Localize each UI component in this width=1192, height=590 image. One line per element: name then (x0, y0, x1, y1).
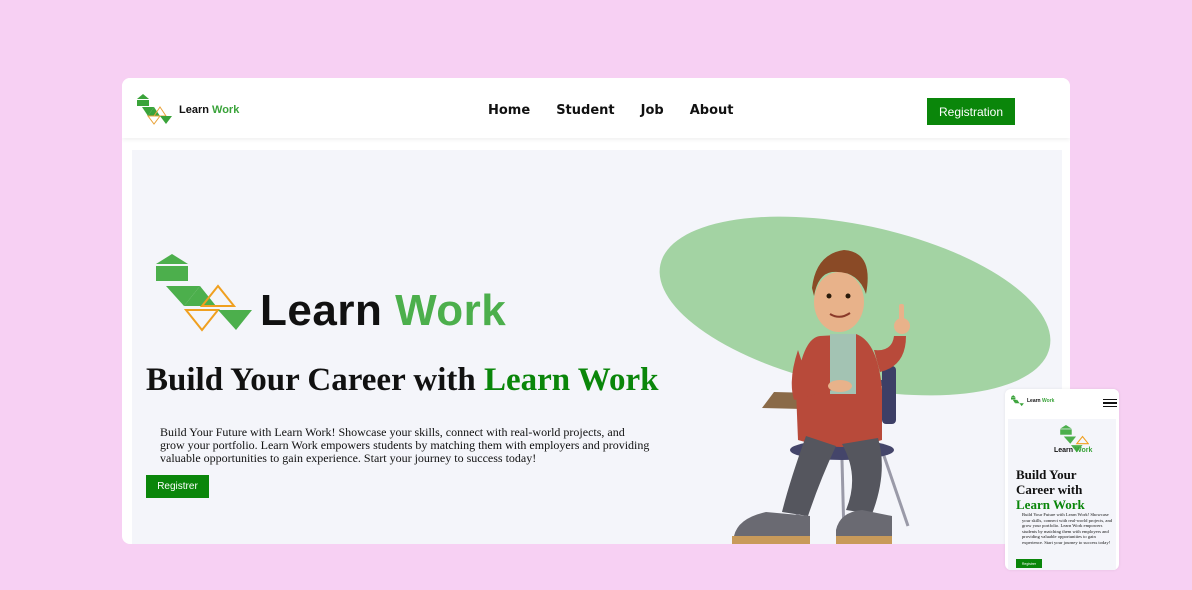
register-cta-button[interactable]: Registrer (146, 475, 209, 498)
menu-student[interactable]: Student (556, 103, 614, 118)
mobile-nav-logo[interactable]: Learn Work (1011, 395, 1054, 407)
hero-headline: Build Your Career with Learn Work (146, 362, 659, 398)
desktop-mockup: Learn Work Home Student Job About Regist… (122, 78, 1070, 544)
mobile-hero: Learn Work Build Your Career with Learn … (1008, 419, 1116, 570)
navbar: Learn Work Home Student Job About Regist… (122, 78, 1070, 138)
student-character-illustration (732, 250, 910, 544)
logo-icon (1011, 395, 1024, 407)
mobile-navbar: Learn Work (1005, 389, 1119, 415)
mobile-register-button[interactable]: Registrer (1016, 559, 1042, 568)
mobile-hero-description: Build Your Future with Learn Work! Showc… (1022, 512, 1113, 545)
logo-icon (156, 254, 252, 332)
hero-logo-text: Learn Work (260, 286, 507, 335)
hero-description: Build Your Future with Learn Work! Showc… (160, 425, 650, 465)
menu-job[interactable]: Job (641, 103, 664, 118)
main-menu: Home Student Job About (488, 103, 759, 118)
registration-button[interactable]: Registration (927, 98, 1015, 125)
hero-section: Learn Work Build Your Career with Learn … (132, 150, 1062, 544)
mobile-mockup: Learn Work Learn Work Build Your Career … (1005, 389, 1119, 570)
menu-about[interactable]: About (690, 103, 734, 118)
nav-logo-text: Learn Work (179, 104, 240, 116)
hamburger-menu-icon[interactable] (1103, 399, 1117, 409)
mobile-hero-logo-text: Learn Work (1054, 447, 1093, 454)
hero-logo: Learn Work (156, 254, 507, 335)
menu-home[interactable]: Home (488, 103, 530, 118)
mobile-hero-headline: Build Your Career with Learn Work (1016, 467, 1085, 512)
mobile-nav-logo-text: Learn Work (1027, 398, 1055, 404)
nav-logo[interactable]: Learn Work (137, 94, 239, 126)
logo-icon (137, 94, 172, 125)
